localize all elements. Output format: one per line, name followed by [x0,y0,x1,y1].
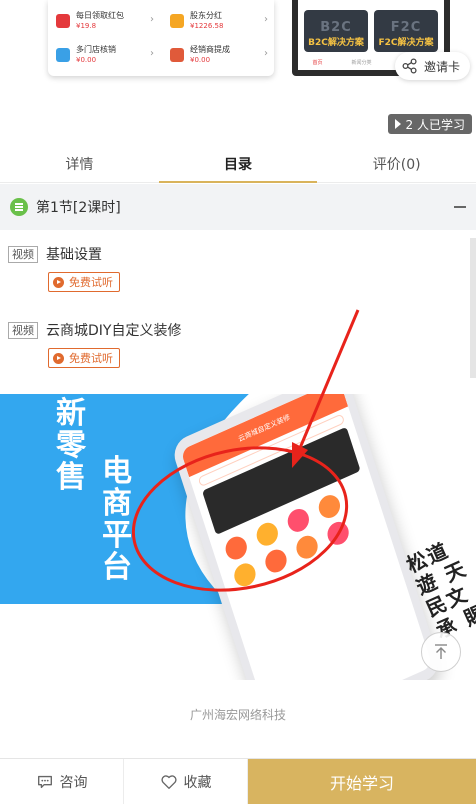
store-icon [56,48,70,62]
scrollbar[interactable] [470,238,476,378]
chevron-right-icon: › [264,14,268,25]
tab-details[interactable]: 详情 [0,145,159,182]
invite-card-label: 邀请卡 [423,59,460,74]
grid-item-name: 多门店核销 [76,45,116,54]
feature-grid-card: 每日领取红包 ¥19.8 › 股东分红 ¥1226.58 › 多门店核销 ¥0.00 … [48,0,274,76]
grid-item-value: ¥0.00 [190,56,211,64]
grid-item-value: ¥19.8 [76,22,97,30]
invite-card-button[interactable]: 邀请卡 [394,52,470,80]
heart-icon [160,774,177,789]
play-circle-icon [53,276,64,288]
grid-item-name: 每日领取红包 [76,11,124,20]
collapse-icon[interactable] [454,206,466,208]
grid-item-value: ¥1226.58 [190,22,224,30]
free-trial-label: 免费试听 [69,276,113,289]
play-icon [394,119,401,129]
chevron-right-icon: › [150,48,154,59]
section-header[interactable]: 第1节[2课时] [0,184,476,230]
tab-reviews[interactable]: 评价(0) [317,145,476,182]
card-label: B2C解决方案 [308,38,364,48]
f2c-solution-card: F2C F2C解决方案 [374,10,438,52]
share-icon [402,58,417,74]
consult-button[interactable]: 咨询 [0,759,124,804]
free-trial-button[interactable]: 免费试听 [48,272,120,292]
lesson-item[interactable]: 视频 云商城DIY自定义装修 免费试听 [0,306,476,382]
consult-label: 咨询 [59,774,88,791]
chevron-right-icon: › [264,48,268,59]
tab-catalog[interactable]: 目录 [158,145,318,183]
favorite-button[interactable]: 收藏 [124,759,248,804]
free-trial-label: 免费试听 [69,352,113,365]
start-learning-button[interactable]: 开始学习 [248,759,476,804]
dividend-icon [170,14,184,28]
course-tabs: 详情 目录 评价(0) [0,145,476,183]
video-tag: 视频 [8,321,38,339]
lesson-title[interactable]: 基础设置 [46,244,102,264]
promo-banner: 新零售 电商平台 云商城自定义装修 松道遊 天 民文 承 賜 [0,394,476,680]
card-big-label: B2C [320,20,352,35]
bottom-action-bar: 咨询 收藏 开始学习 [0,758,476,804]
grid-item-name: 股东分红 [190,11,222,20]
chevron-right-icon: › [150,14,154,25]
dealer-icon [170,48,184,62]
grid-item-dealer: 经销商提成 ¥0.00 › [162,40,272,70]
grid-item-red-envelope: 每日领取红包 ¥19.8 › [48,6,158,36]
banner-slogan-1: 新零售 [56,396,86,495]
phone-tab-home: 首页 [312,59,323,66]
play-circle-icon [53,352,64,364]
grid-item-name: 经销商提成 [190,45,230,54]
lesson-item[interactable]: 视频 基础设置 免费试听 [0,230,476,306]
free-trial-button[interactable]: 免费试听 [48,348,120,368]
card-label: F2C解决方案 [378,38,434,48]
red-envelope-icon [56,14,70,28]
course-cover-preview: 每日领取红包 ¥19.8 › 股东分红 ¥1226.58 › 多门店核销 ¥0.00 … [0,0,476,145]
grid-item-value: ¥0.00 [76,56,97,64]
arrow-up-icon [435,644,447,659]
list-icon [10,198,28,216]
course-page: 每日领取红包 ¥19.8 › 股东分红 ¥1226.58 › 多门店核销 ¥0.00 … [0,0,476,804]
lesson-title[interactable]: 云商城DIY自定义装修 [46,320,181,340]
section-title: 第1节[2课时] [36,200,121,216]
chat-icon [37,775,52,788]
favorite-label: 收藏 [183,774,212,791]
phone-tab-category: 新闻分类 [351,59,372,66]
grid-item-store: 多门店核销 ¥0.00 › [48,40,158,70]
banner-slogan-2: 电商平台 [102,454,132,585]
grid-item-dividend: 股东分红 ¥1226.58 › [162,6,272,36]
learners-count-badge: 2 人已学习 [387,114,472,134]
b2c-solution-card: B2C B2C解决方案 [304,10,368,52]
card-big-label: F2C [390,20,422,35]
video-tag: 视频 [8,245,38,263]
learners-count-label: 2 人已学习 [405,117,465,132]
back-to-top-button[interactable] [421,632,461,672]
company-name: 广州海宏网络科技 [189,708,286,722]
